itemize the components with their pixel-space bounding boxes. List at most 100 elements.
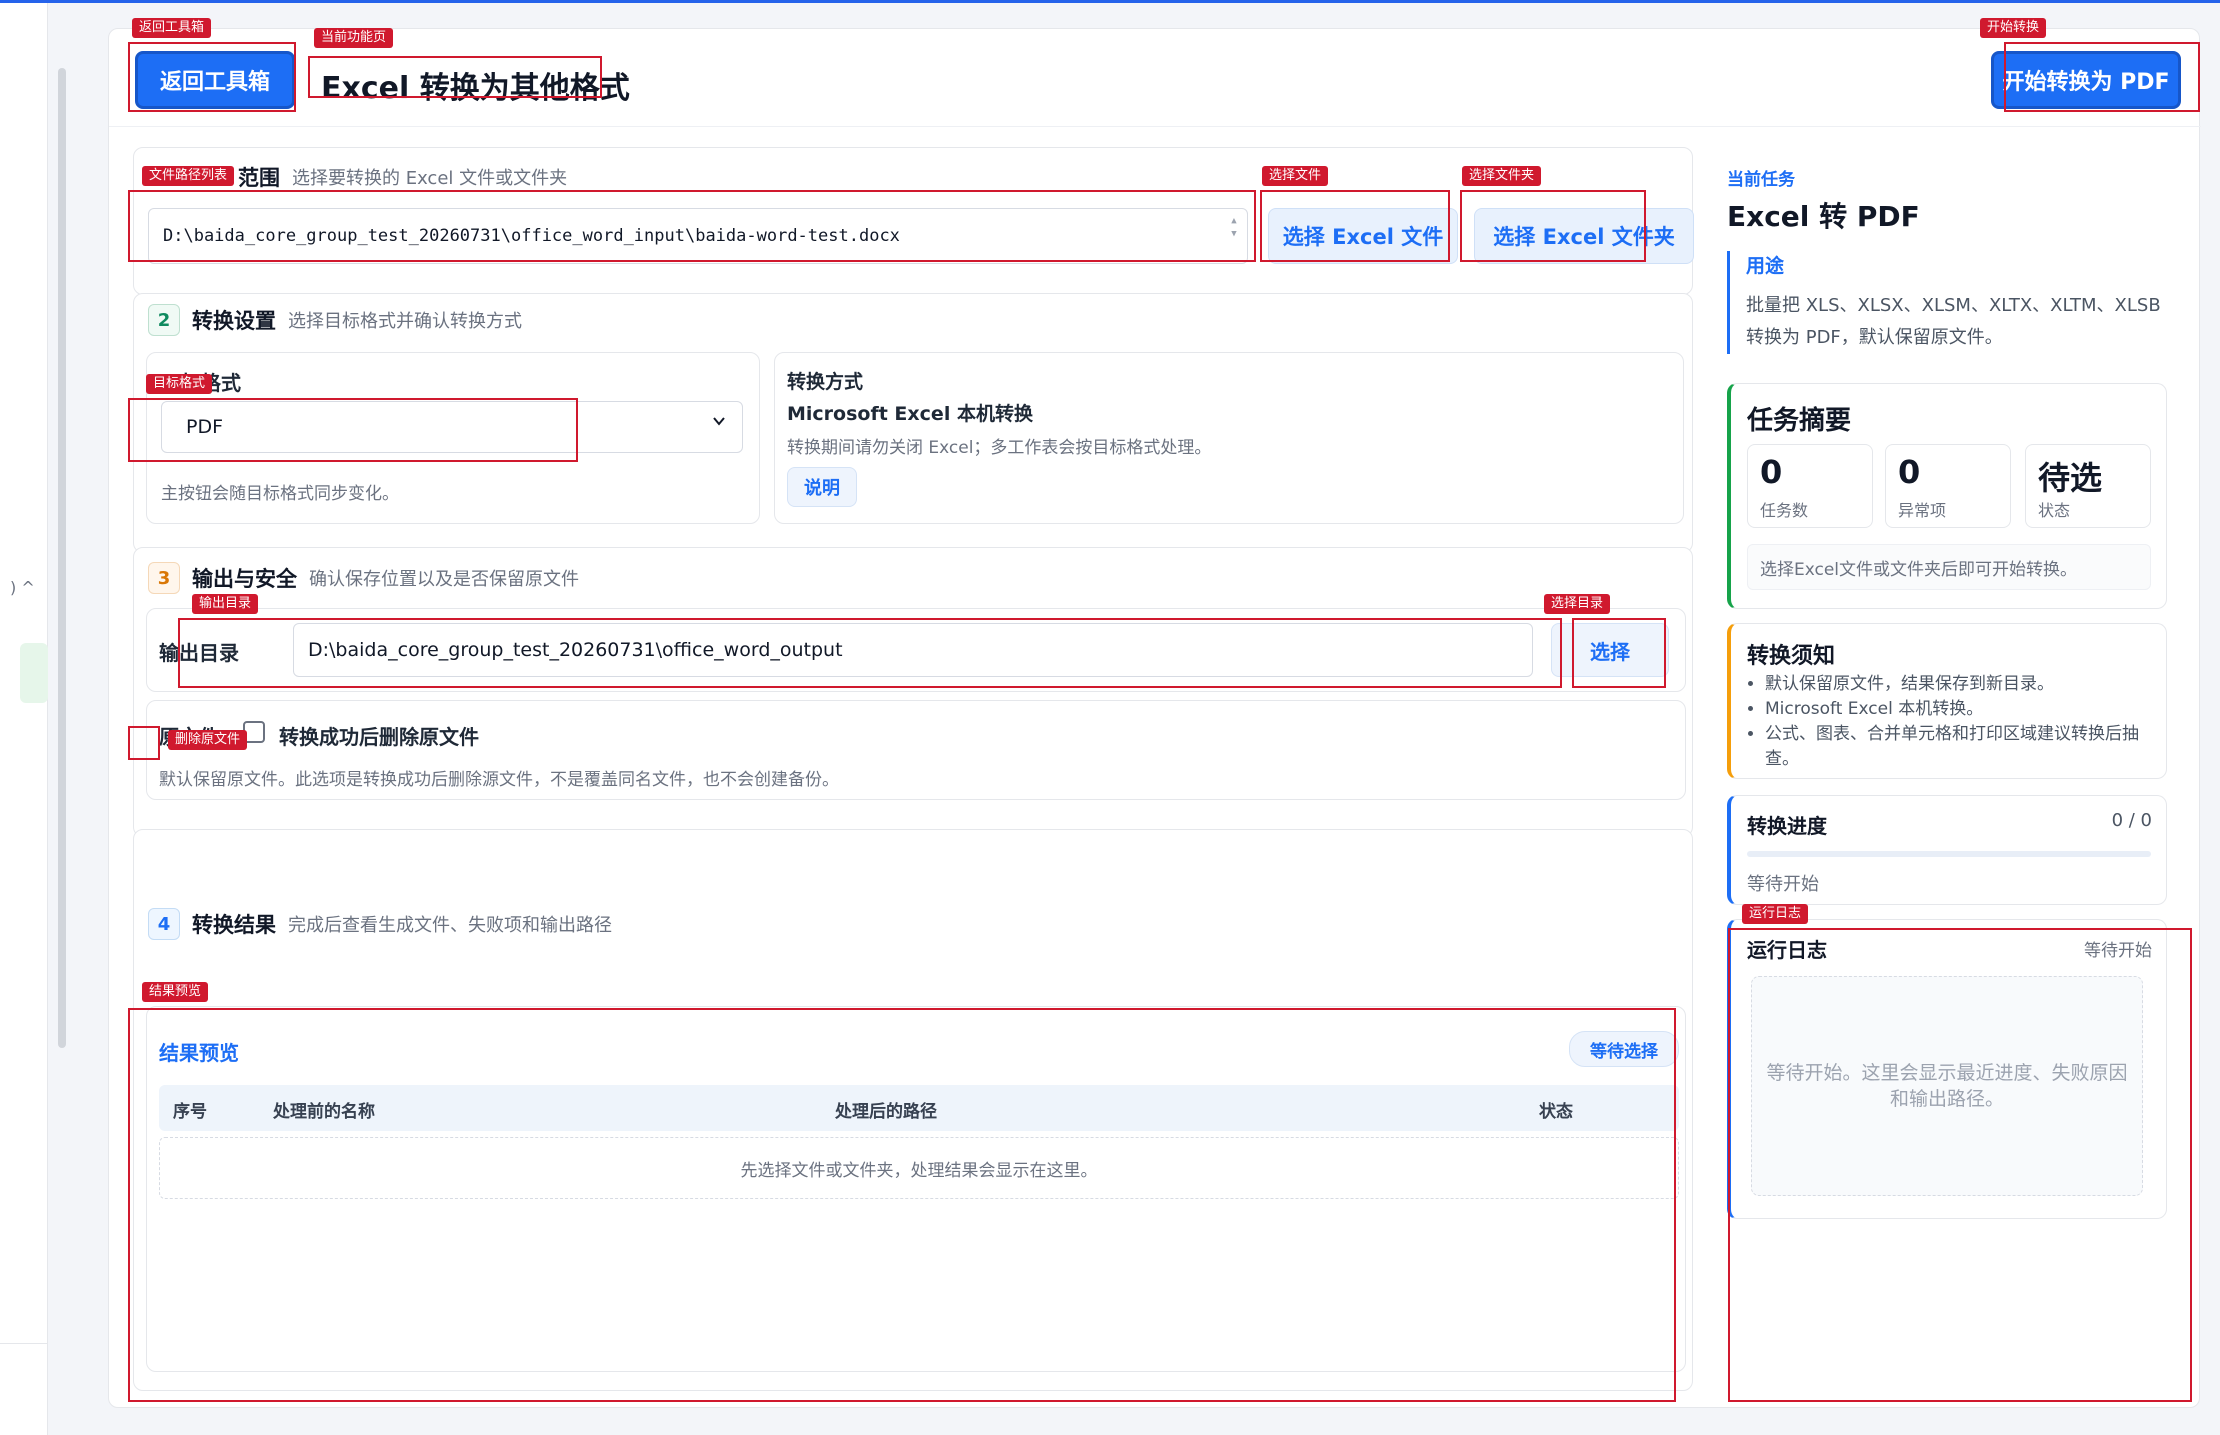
list-spinner-icon[interactable]: ▲ ▼: [1229, 215, 1239, 255]
target-format-value: PDF: [186, 416, 224, 438]
section-scope: 范围 选择要转换的 Excel 文件或文件夹 D:\baida_core_gro…: [133, 147, 1694, 295]
output-dir-text: D:\baida_core_group_test_20260731\office…: [308, 639, 843, 661]
app-window: 返回工具箱 Excel 转换为其他格式 开始转换为 PDF 范围 选择要转换的 …: [108, 28, 2201, 1408]
notice-item: 公式、图表、合并单元格和打印区域建议转换后抽查。: [1765, 722, 2161, 772]
left-rail: ) ^: [0, 3, 48, 1435]
annotation-tag-back: 返回工具箱: [132, 18, 212, 38]
convert-method-card: 转换方式 Microsoft Excel 本机转换 转换期间请勿关闭 Excel…: [774, 352, 1684, 524]
notice-title: 转换须知: [1747, 644, 1836, 669]
section-results-head: 4 转换结果 完成后查看生成文件、失败项和输出路径: [148, 908, 612, 940]
progress-card: 转换进度 0 / 0 等待开始: [1727, 795, 2167, 905]
convert-method-hint: 转换期间请勿关闭 Excel；多工作表会按目标格式处理。: [787, 438, 1212, 458]
summary-note: 选择Excel文件或文件夹后即可开始转换。: [1747, 544, 2151, 590]
chevron-down-icon: [713, 417, 725, 426]
status-pill: 等待选择: [1569, 1031, 1679, 1067]
annotation-tag-select-folder: 选择文件夹: [1462, 166, 1542, 186]
result-preview: 结果预览 等待选择 序号 处理前的名称 处理后的路径 状态 先选择文件或文件夹，…: [146, 1006, 1686, 1372]
sidebar-task-title: Excel 转 PDF: [1727, 200, 1920, 233]
run-log-area[interactable]: 等待开始。这里会显示最近进度、失败原因和输出路径。: [1751, 976, 2143, 1196]
task-sidebar: 当前任务 Excel 转 PDF 用途 批量把 XLS、XLSX、XLSM、XL…: [1723, 149, 2185, 1399]
summary-card: 任务摘要 0 任务数 0 异常项 待选 状态 选择Excel文件或文件夹后即可开…: [1727, 383, 2167, 609]
rail-divider: [0, 1343, 48, 1344]
delete-original-label[interactable]: 转换成功后删除原文件: [279, 721, 479, 750]
select-excel-folder-button[interactable]: 选择 Excel 文件夹: [1474, 208, 1694, 264]
choose-dir-button[interactable]: 选择: [1551, 623, 1669, 677]
result-preview-title: 结果预览: [159, 1041, 239, 1065]
summary-title: 任务摘要: [1747, 406, 1852, 436]
section-output-head: 3 输出与安全 确认保存位置以及是否保留原文件: [148, 562, 579, 594]
column-header: 处理后的路径: [835, 1102, 937, 1122]
stat-error-count: 0 异常项: [1885, 444, 2011, 528]
run-log-card: 运行日志 等待开始 等待开始。这里会显示最近进度、失败原因和输出路径。: [1727, 919, 2167, 1219]
header: 返回工具箱 Excel 转换为其他格式 开始转换为 PDF: [109, 29, 2201, 127]
start-convert-button[interactable]: 开始转换为 PDF: [1991, 51, 2181, 109]
notice-card: 转换须知 默认保留原文件，结果保存到新目录。 Microsoft Excel 本…: [1727, 623, 2167, 779]
progress-bar: [1747, 851, 2151, 857]
file-path-text: D:\baida_core_group_test_20260731\office…: [163, 226, 900, 246]
section-title: 范围: [238, 166, 280, 190]
select-excel-file-button[interactable]: 选择 Excel 文件: [1268, 208, 1458, 264]
run-log-status: 等待开始: [2084, 941, 2152, 961]
stat-label: 异常项: [1898, 501, 1947, 520]
annotation-tag-start: 开始转换: [1980, 18, 2047, 38]
notice-list: 默认保留原文件，结果保存到新目录。 Microsoft Excel 本机转换。 …: [1765, 672, 2161, 772]
notice-item: 默认保留原文件，结果保存到新目录。: [1765, 672, 2161, 697]
section-subtitle: 选择目标格式并确认转换方式: [288, 311, 522, 332]
stat-value: 待选: [2038, 459, 2103, 497]
annotation-tag-result-preview: 结果预览: [142, 982, 209, 1002]
column-header: 处理前的名称: [273, 1102, 375, 1122]
section-settings-head: 2 转换设置 选择目标格式并确认转换方式: [148, 304, 522, 336]
section-title: 转换设置: [192, 309, 276, 333]
target-format-select[interactable]: PDF: [161, 401, 743, 453]
convert-method-value: Microsoft Excel 本机转换: [787, 403, 1033, 425]
section-results: 4 转换结果 完成后查看生成文件、失败项和输出路径 结果预览 等待选择 序号 处…: [133, 829, 1693, 1391]
file-path-list[interactable]: D:\baida_core_group_test_20260731\office…: [148, 208, 1248, 264]
section-subtitle: 确认保存位置以及是否保留原文件: [309, 569, 579, 590]
section-title: 转换结果: [192, 913, 276, 937]
chevron-up-icon[interactable]: ) ^: [10, 578, 35, 597]
output-dir-input[interactable]: D:\baida_core_group_test_20260731\office…: [293, 623, 1533, 677]
notice-item: Microsoft Excel 本机转换。: [1765, 697, 2161, 722]
original-file-row: 原文件 转换成功后删除原文件 默认保留原文件。此选项是转换成功后删除源文件，不是…: [146, 700, 1686, 800]
output-dir-row: 输出目录 D:\baida_core_group_test_20260731\o…: [146, 608, 1686, 692]
step-number: 2: [148, 304, 180, 336]
explain-button[interactable]: 说明: [787, 467, 857, 507]
stat-label: 状态: [2038, 501, 2071, 520]
section-subtitle: 选择要转换的 Excel 文件或文件夹: [292, 168, 568, 189]
target-format-card: 目标格式 PDF 主按钮会随目标格式同步变化。: [146, 352, 760, 524]
target-format-hint: 主按钮会随目标格式同步变化。: [161, 484, 399, 504]
convert-method-label: 转换方式: [787, 371, 864, 393]
step-number: 3: [148, 562, 180, 594]
annotation-tag-select-file: 选择文件: [1262, 166, 1329, 186]
page-title: Excel 转换为其他格式: [321, 71, 630, 106]
stat-label: 任务数: [1760, 501, 1809, 520]
column-header: 序号: [173, 1102, 207, 1122]
rail-active-item[interactable]: [20, 643, 48, 703]
column-header: 状态: [1539, 1102, 1573, 1122]
annotation-tag-file-list: 文件路径列表: [142, 166, 235, 186]
annotation-tag-output-dir: 输出目录: [192, 594, 259, 614]
progress-title: 转换进度: [1747, 814, 1827, 838]
back-to-toolbox-button[interactable]: 返回工具箱: [135, 51, 295, 109]
section-scope-head: 范围 选择要转换的 Excel 文件或文件夹: [238, 162, 567, 192]
progress-status: 等待开始: [1747, 874, 1819, 895]
stat-status: 待选 状态: [2025, 444, 2151, 528]
annotation-tag-target-format: 目标格式: [146, 374, 213, 394]
output-dir-label: 输出目录: [159, 641, 239, 665]
usage-block: 用途 批量把 XLS、XLSX、XLSM、XLTX、XLTM、XLSB 转换为 …: [1727, 251, 2167, 354]
annotation-tag-delete-orig: 删除原文件: [168, 730, 248, 750]
delete-original-hint: 默认保留原文件。此选项是转换成功后删除源文件，不是覆盖同名文件，也不会创建备份。: [159, 770, 839, 790]
scrollbar[interactable]: [58, 68, 66, 1048]
usage-text: 批量把 XLS、XLSX、XLSM、XLTX、XLTM、XLSB 转换为 PDF…: [1746, 295, 2161, 348]
table-empty-row: 先选择文件或文件夹，处理结果会显示在这里。: [159, 1137, 1679, 1199]
section-settings: 2 转换设置 选择目标格式并确认转换方式 目标格式 PDF 主按钮会随目标格式同…: [133, 293, 1693, 553]
run-log-title: 运行日志: [1747, 938, 1827, 962]
table-header: 序号 处理前的名称 处理后的路径 状态: [159, 1085, 1679, 1131]
progress-count: 0 / 0: [2111, 810, 2152, 831]
annotation-tag-run-log: 运行日志: [1742, 904, 1809, 924]
stat-value: 0: [1898, 453, 1921, 491]
sidebar-kicker: 当前任务: [1727, 170, 1795, 190]
section-output: 3 输出与安全 确认保存位置以及是否保留原文件 输出目录 D:\baida_co…: [133, 547, 1693, 837]
annotation-tag-current-page: 当前功能页: [314, 28, 394, 48]
section-subtitle: 完成后查看生成文件、失败项和输出路径: [288, 915, 612, 936]
